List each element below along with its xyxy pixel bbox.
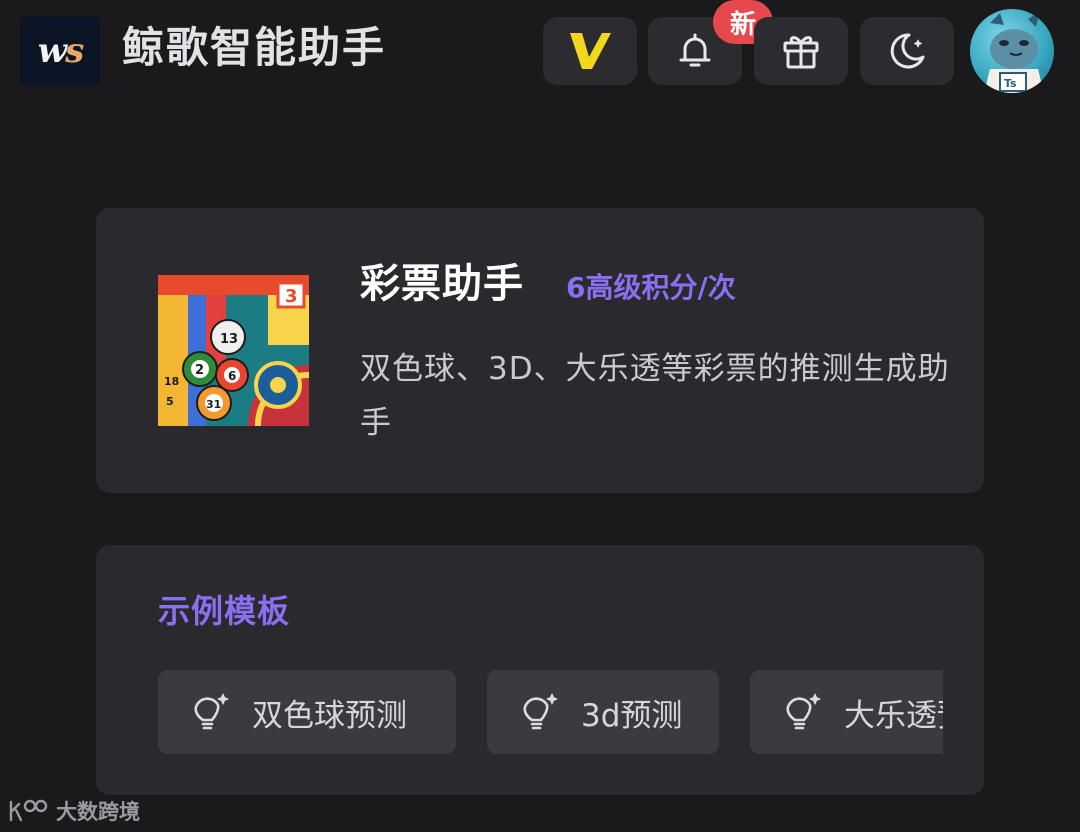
logo-letter-w: w: [37, 31, 67, 71]
example-chip-daletou[interactable]: 大乐透预测: [750, 670, 943, 754]
example-chips: 双色球预测 3d预测 大乐透预测: [158, 670, 943, 756]
moon-icon: [890, 33, 925, 69]
user-avatar[interactable]: Ts: [970, 9, 1054, 93]
app-logo[interactable]: ws: [20, 17, 100, 85]
app-title: 鲸歌智能助手: [122, 23, 387, 72]
vip-v-icon: [570, 33, 611, 69]
svg-text:18: 18: [164, 375, 179, 388]
app-page: ws 鲸歌智能助手 新 Ts 3 13 2 6 31 18 5 彩票助手 6高级…: [0, 0, 1080, 832]
tool-cost: 6高级积分/次: [566, 271, 736, 304]
svg-text:2: 2: [195, 363, 204, 378]
gift-button[interactable]: [754, 17, 848, 85]
svg-text:Ts: Ts: [1004, 77, 1017, 90]
tool-card[interactable]: 3 13 2 6 31 18 5 彩票助手 6高级积分/次 双色球、3D、大乐透…: [96, 208, 984, 493]
example-chip-label: 大乐透预测: [844, 697, 943, 734]
example-chip-3d[interactable]: 3d预测: [487, 670, 719, 754]
svg-text:13: 13: [220, 332, 238, 347]
svg-text:3: 3: [285, 286, 298, 307]
watermark-logo-icon: [9, 799, 48, 822]
svg-text:6: 6: [228, 369, 236, 383]
svg-text:5: 5: [166, 395, 174, 408]
example-chip-label: 双色球预测: [252, 697, 407, 734]
avatar-image: Ts: [984, 11, 1044, 93]
vip-button[interactable]: [543, 17, 637, 85]
examples-card: 示例模板 双色球预测 3d预测 大乐透: [96, 545, 984, 795]
svg-text:31: 31: [206, 398, 221, 411]
example-chip-label: 3d预测: [581, 697, 683, 734]
lightbulb-sparkle-icon: [523, 693, 558, 730]
bell-icon: [679, 33, 711, 67]
lightbulb-sparkle-icon: [786, 693, 821, 730]
tool-description: 双色球、3D、大乐透等彩票的推测生成助手: [360, 351, 950, 441]
watermark-text: 大数跨境: [56, 800, 140, 824]
lightbulb-sparkle-icon: [194, 693, 229, 730]
examples-title: 示例模板: [158, 592, 291, 630]
tool-name: 彩票助手: [360, 261, 524, 307]
gift-icon: [783, 36, 819, 69]
lottery-balls-image: 3 13 2 6 31 18 5: [158, 275, 309, 426]
logo-letter-s: s: [65, 31, 84, 71]
watermark: 大数跨境: [8, 796, 140, 826]
theme-toggle-button[interactable]: [860, 17, 954, 85]
example-chip-shuangseqiu[interactable]: 双色球预测: [158, 670, 456, 754]
